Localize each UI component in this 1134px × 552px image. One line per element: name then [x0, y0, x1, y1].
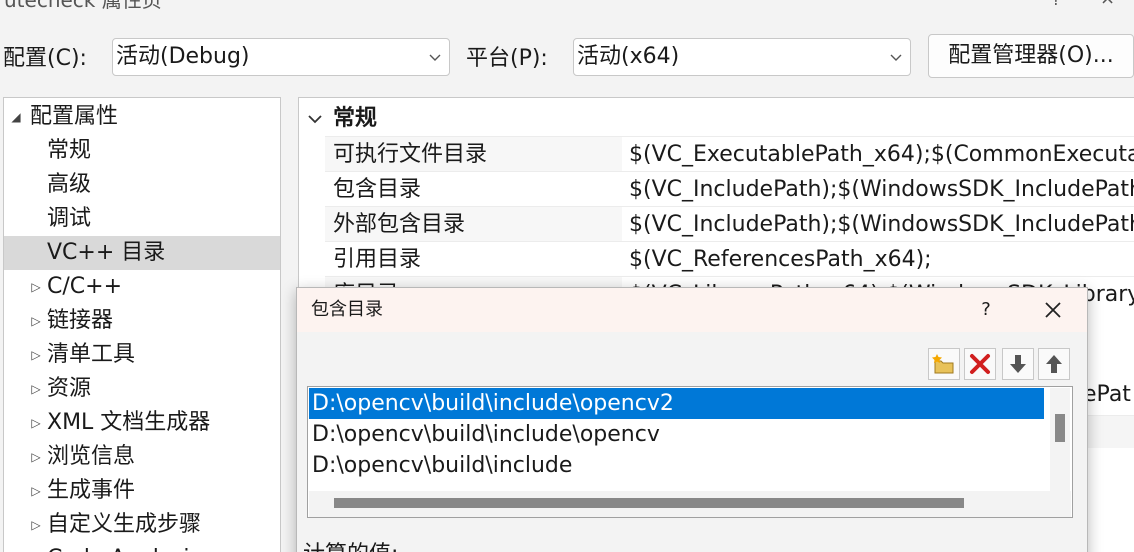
tree-item-label: 链接器 — [47, 308, 114, 333]
path-list-item[interactable]: D:\opencv\build\include\opencv — [309, 419, 1044, 450]
config-value: 活动(Debug) — [116, 44, 250, 69]
grid-value-partial: ePat — [1083, 382, 1131, 407]
window-title: utecheck 属性页 — [4, 0, 162, 12]
property-name: 引用目录 — [333, 247, 422, 272]
dialog-help-button[interactable]: ? — [974, 296, 998, 324]
computed-value-label: 计算的值: — [303, 540, 398, 552]
property-name: 可执行文件目录 — [333, 142, 488, 167]
tree-item-label: 浏览信息 — [47, 444, 136, 469]
triangle-collapsed-icon[interactable]: ▷ — [28, 508, 44, 542]
tree-item-label: C/C++ — [47, 274, 123, 299]
tree-item[interactable]: ▷ C/C++ — [4, 270, 280, 304]
platform-label: 平台(P): — [466, 46, 548, 71]
new-line-button[interactable] — [928, 348, 960, 380]
config-manager-button[interactable]: 配置管理器(O)... — [928, 34, 1134, 78]
triangle-expanded-icon[interactable]: ◢ — [8, 100, 24, 134]
path-list[interactable]: D:\opencv\build\include\opencv2 D:\opencv… — [307, 386, 1073, 518]
config-label: 配置(C): — [3, 46, 87, 71]
tree-item-label: 清单工具 — [47, 342, 136, 367]
dialog-body: D:\opencv\build\include\opencv2 D:\opencv… — [297, 332, 1087, 552]
delete-line-icon — [970, 354, 990, 374]
triangle-collapsed-icon[interactable]: ▷ — [28, 304, 44, 338]
property-row[interactable]: 包含目录 $(VC_IncludePath);$(WindowsSDK_Inclu… — [325, 171, 1134, 206]
config-combobox[interactable]: 活动(Debug) — [112, 38, 450, 76]
tree-item[interactable]: 常规 — [4, 134, 280, 168]
tree-item-label: 生成事件 — [47, 478, 136, 503]
tree-item[interactable]: ▷ 资源 — [4, 372, 280, 406]
property-value[interactable]: $(VC_IncludePath);$(WindowsSDK_IncludePa… — [629, 207, 1134, 241]
tree-item-label: 自定义生成步骤 — [47, 512, 202, 537]
window-titlebar: utecheck 属性页 ? × — [0, 0, 1134, 24]
tree-item[interactable]: ▷ XML 文档生成器 — [4, 406, 280, 440]
move-down-button[interactable] — [1002, 348, 1034, 380]
triangle-collapsed-icon[interactable]: ▷ — [28, 372, 44, 406]
platform-value: 活动(x64) — [577, 44, 680, 69]
property-row[interactable]: 可执行文件目录 $(VC_ExecutablePath_x64);$(Common… — [325, 136, 1134, 171]
platform-combobox[interactable]: 活动(x64) — [573, 38, 911, 76]
property-value[interactable]: $(VC_IncludePath);$(WindowsSDK_IncludePa… — [629, 172, 1134, 206]
dialog-title: 包含目录 — [311, 299, 383, 320]
tree-item-label: 调试 — [47, 206, 92, 231]
vertical-scrollbar[interactable] — [1050, 388, 1070, 491]
property-name: 外部包含目录 — [333, 212, 466, 237]
vertical-scrollbar-thumb[interactable] — [1055, 414, 1065, 442]
property-name: 包含目录 — [333, 177, 422, 202]
path-list-item[interactable]: D:\opencv\build\include — [309, 450, 1044, 481]
move-up-button[interactable] — [1038, 348, 1070, 380]
horizontal-scrollbar[interactable] — [309, 491, 1071, 517]
include-dirs-dialog: 包含目录 ? D:\opencv\build\include\opencv2 D… — [296, 287, 1088, 552]
property-value[interactable]: $(VC_ReferencesPath_x64); — [629, 242, 932, 276]
tree-item-label: XML 文档生成器 — [47, 410, 211, 435]
tree-item[interactable]: ▷Code Analysis — [4, 542, 280, 552]
tree-item-label: 资源 — [47, 376, 92, 401]
property-value[interactable]: $(VC_ExecutablePath_x64);$(CommonExecuta… — [629, 137, 1134, 171]
window-help-button[interactable]: ? — [1052, 0, 1061, 8]
tree-item[interactable]: 调试 — [4, 202, 280, 236]
tree-item[interactable]: ▷ 清单工具 — [4, 338, 280, 372]
chevron-down-icon — [890, 54, 902, 61]
tree-item-label: VC++ 目录 — [47, 240, 166, 265]
tree-root-label: 配置属性 — [30, 104, 119, 129]
path-list-item[interactable]: D:\opencv\build\include\opencv2 — [309, 388, 1044, 419]
triangle-collapsed-icon[interactable]: ▷ — [28, 338, 44, 372]
triangle-collapsed-icon[interactable]: ▷ — [28, 270, 44, 304]
move-down-icon — [1010, 355, 1026, 373]
property-row[interactable]: 外部包含目录 $(VC_IncludePath);$(WindowsSDK_Inc… — [325, 206, 1134, 241]
tree-item[interactable]: 高级 — [4, 168, 280, 202]
property-row[interactable]: 引用目录 $(VC_ReferencesPath_x64); — [325, 241, 1134, 276]
tree-item-label: 常规 — [47, 138, 92, 163]
new-line-icon — [932, 354, 954, 374]
grid-section-header[interactable]: 常规 — [299, 102, 1134, 136]
move-up-icon — [1046, 355, 1062, 373]
window-close-button[interactable]: × — [1100, 0, 1115, 8]
tree-item[interactable]: ▷ 浏览信息 — [4, 440, 280, 474]
horizontal-scrollbar-thumb[interactable] — [334, 498, 964, 508]
close-icon[interactable] — [1041, 298, 1065, 322]
chevron-down-icon[interactable] — [307, 111, 323, 127]
delete-line-button[interactable] — [964, 348, 996, 380]
tree-item-label: Code Analysis — [47, 542, 201, 552]
property-tree: ◢ 配置属性 常规 高级 调试 VC++ 目录 ▷ C/C++ ▷ 链接器 ▷ 清单工具 ▷ 资源 ▷ X… — [3, 97, 281, 552]
tree-item[interactable]: ▷ 自定义生成步骤 — [4, 508, 280, 542]
grid-section-title: 常规 — [333, 106, 378, 131]
tree-item[interactable]: ▷ 生成事件 — [4, 474, 280, 508]
triangle-collapsed-icon[interactable]: ▷ — [28, 542, 44, 552]
tree-item[interactable]: VC++ 目录 — [4, 236, 280, 270]
chevron-down-icon — [429, 54, 441, 61]
triangle-collapsed-icon[interactable]: ▷ — [28, 474, 44, 508]
triangle-collapsed-icon[interactable]: ▷ — [28, 406, 44, 440]
tree-root-config-properties[interactable]: ◢ 配置属性 — [8, 100, 278, 134]
tree-item[interactable]: ▷ 链接器 — [4, 304, 280, 338]
triangle-collapsed-icon[interactable]: ▷ — [28, 440, 44, 474]
tree-item-label: 高级 — [47, 172, 92, 197]
